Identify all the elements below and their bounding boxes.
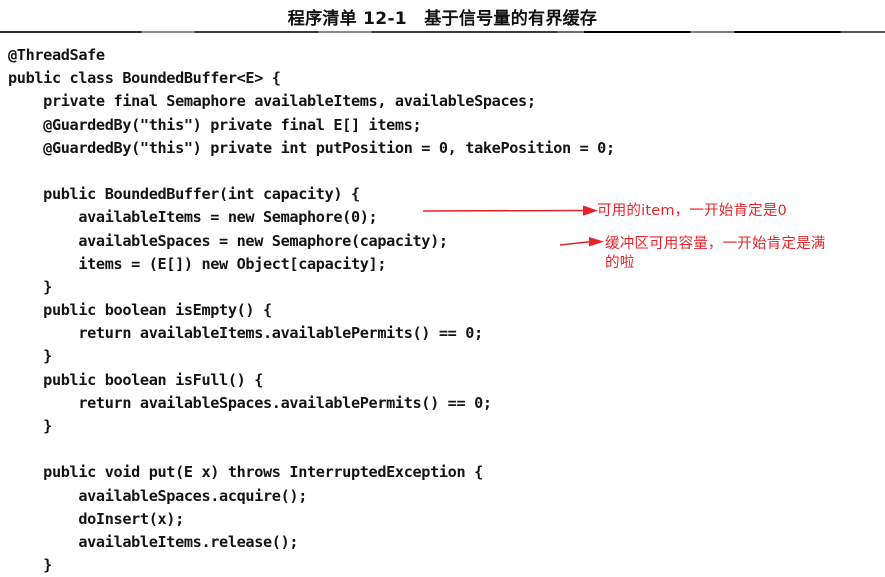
- code-line: availableItems.release();: [8, 532, 299, 551]
- code-line: @ThreadSafe: [8, 46, 105, 64]
- code-line: private final Semaphore availableItems, …: [8, 92, 536, 111]
- code-line: @GuardedBy("this") private int putPositi…: [8, 138, 615, 157]
- code-line: doInsert(x);: [8, 509, 184, 528]
- code-line: }: [8, 277, 52, 296]
- code-line: public class BoundedBuffer<E> {: [8, 69, 281, 88]
- code-line: return availableSpaces.availablePermits(…: [8, 393, 492, 412]
- code-line: }: [8, 417, 52, 435]
- annotation-arrow-available-items: [422, 204, 598, 218]
- annotation-arrow-available-spaces: [559, 234, 604, 250]
- code-line: return availableItems.availablePermits()…: [8, 324, 483, 343]
- annotation-text-available-items: 可用的item，一开始肯定是0: [597, 203, 787, 219]
- code-listing: @ThreadSafe public class BoundedBuffer<E>…: [8, 44, 878, 577]
- code-line: availableSpaces.acquire();: [8, 486, 307, 505]
- title-divider: [0, 31, 885, 33]
- annotation-text-available-spaces: 缓冲区可用容量，一开始肯定是满 的啦: [605, 236, 826, 271]
- code-line: public void put(E x) throws InterruptedE…: [8, 463, 483, 482]
- code-line: @GuardedBy("this") private final E[] ite…: [8, 115, 422, 134]
- page-title: 程序清单 12-1 基于信号量的有界缓存: [287, 9, 598, 29]
- listing-header: 程序清单 12-1 基于信号量的有界缓存: [0, 0, 885, 34]
- code-line: public boolean isFull() {: [8, 370, 264, 389]
- code-line: }: [8, 556, 52, 575]
- code-line: }: [8, 347, 52, 366]
- code-line: public boolean isEmpty() {: [8, 301, 272, 320]
